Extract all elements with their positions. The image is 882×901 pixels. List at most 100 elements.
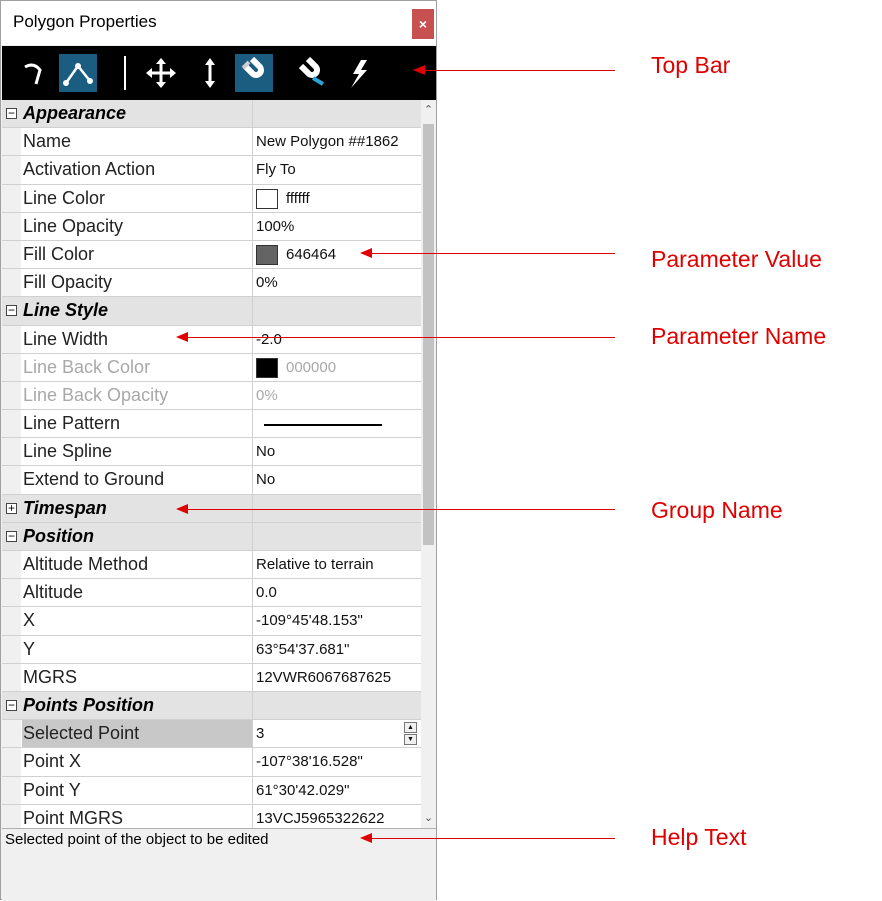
parameter-value[interactable]: 0.0 (254, 579, 421, 606)
expand-icon[interactable]: + (6, 502, 17, 514)
scrollbar-thumb[interactable] (423, 124, 434, 545)
row-gutter (2, 607, 21, 635)
snap-magnet-icon[interactable] (235, 54, 273, 92)
parameter-value[interactable]: No (254, 466, 421, 493)
parameter-value[interactable]: New Polygon ##1862 (254, 128, 421, 155)
edit-points-icon[interactable] (59, 54, 97, 92)
property-row[interactable]: Altitude 0.0 (2, 579, 421, 608)
polygon-properties-window: Polygon Properties × − Appearance Name New … (0, 0, 437, 901)
parameter-value[interactable]: Fly To (254, 156, 421, 183)
curve-icon[interactable] (14, 54, 52, 92)
property-row[interactable]: Selected Point 3 ▲ ▼ (2, 720, 421, 749)
row-gutter (2, 240, 21, 269)
property-row[interactable]: Fill Opacity 0% (2, 269, 421, 298)
property-row[interactable]: Extend to Ground No (2, 466, 421, 495)
parameter-value[interactable]: 646464 (254, 241, 421, 268)
parameter-value[interactable]: -107°38'16.528" (254, 748, 421, 775)
vertical-scrollbar[interactable]: ⌃ ⌄ (421, 100, 436, 828)
parameter-value[interactable]: 0% (254, 382, 421, 409)
parameter-value-text: -109°45'48.153" (256, 612, 363, 630)
spin-down-icon[interactable]: ▼ (404, 734, 417, 746)
parameter-value[interactable]: 12VWR6067687625 (254, 664, 421, 691)
property-row[interactable]: Name New Polygon ##1862 (2, 128, 421, 157)
property-row[interactable]: Activation Action Fly To (2, 156, 421, 185)
parameter-value[interactable]: 100% (254, 213, 421, 240)
help-text: Selected point of the object to be edite… (5, 831, 269, 848)
parameter-value-text: Fly To (256, 161, 296, 179)
group-row[interactable]: − Line Style (2, 297, 421, 326)
property-row[interactable]: Point X -107°38'16.528" (2, 748, 421, 777)
parameter-name-annotation-line (188, 337, 615, 338)
group-row[interactable]: − Appearance (2, 100, 421, 129)
property-row[interactable]: Point MGRS 13VCJ5965322622 (2, 804, 421, 828)
parameter-name: Line Back Opacity (22, 381, 253, 410)
group-row[interactable]: − Points Position (2, 691, 421, 721)
property-row[interactable]: Line Back Opacity 0% (2, 381, 421, 411)
expander[interactable]: + (2, 494, 21, 522)
spinner[interactable]: ▲ ▼ (404, 722, 417, 746)
property-row[interactable]: Y 63°54'37.681" (2, 635, 421, 664)
window-title: Polygon Properties (13, 12, 157, 31)
property-row[interactable]: Line Back Color 000000 (2, 353, 421, 382)
parameter-value[interactable]: 000000 (254, 354, 421, 381)
property-row[interactable]: Altitude Method Relative to terrain (2, 551, 421, 580)
property-row[interactable]: Line Color ffffff (2, 184, 421, 213)
parameter-value[interactable]: 63°54'37.681" (254, 636, 421, 663)
property-row[interactable]: Line Opacity 100% (2, 212, 421, 241)
scroll-down-icon[interactable]: ⌄ (421, 810, 436, 826)
snap-magnet-off-icon[interactable] (291, 54, 329, 92)
parameter-value-text: -107°38'16.528" (256, 753, 363, 771)
property-row[interactable]: MGRS 12VWR6067687625 (2, 663, 421, 692)
property-row[interactable]: Fill Color 646464 (2, 240, 421, 270)
parameter-value[interactable] (254, 410, 421, 437)
parameter-value-text: 61°30'42.029" (256, 781, 350, 799)
color-swatch[interactable] (256, 357, 278, 378)
group-row[interactable]: − Position (2, 522, 421, 551)
property-row[interactable]: Line Spline No (2, 438, 421, 467)
spin-up-icon[interactable]: ▲ (404, 722, 417, 734)
parameter-value[interactable]: -109°45'48.153" (254, 607, 421, 634)
property-row[interactable]: Line Width -2.0 (2, 325, 421, 354)
parameter-value-annotation-line (372, 253, 615, 254)
parameter-value[interactable]: 61°30'42.029" (254, 777, 421, 804)
title-bar[interactable]: Polygon Properties × (1, 1, 436, 45)
line-pattern-preview (264, 424, 382, 427)
scroll-up-icon[interactable]: ⌃ (421, 102, 436, 118)
parameter-name: Line Spline (22, 438, 253, 466)
vertical-move-icon[interactable] (191, 54, 229, 92)
group-name-annotation-line (188, 509, 615, 510)
color-swatch[interactable] (256, 244, 278, 265)
expander[interactable]: − (2, 100, 21, 128)
parameter-value[interactable]: ffffff (254, 185, 421, 212)
property-row[interactable]: Point Y 61°30'42.029" (2, 776, 421, 805)
row-gutter (2, 156, 21, 184)
color-swatch[interactable] (256, 188, 278, 209)
collapse-icon[interactable]: − (6, 530, 17, 542)
parameter-value[interactable]: -2.0 (254, 326, 421, 353)
parameter-value[interactable]: 3 ▲ ▼ (254, 720, 421, 747)
parameter-name: Line Color (22, 184, 253, 212)
row-gutter (2, 635, 21, 663)
row-gutter (2, 325, 21, 353)
parameter-name: Fill Opacity (22, 269, 253, 297)
parameter-name: Activation Action (22, 156, 253, 184)
property-row[interactable]: X -109°45'48.153" (2, 607, 421, 636)
collapse-icon[interactable]: − (6, 107, 17, 119)
pick-icon[interactable] (339, 54, 377, 92)
parameter-value[interactable]: Relative to terrain (254, 551, 421, 578)
expander[interactable]: − (2, 522, 21, 550)
move-icon[interactable] (142, 54, 180, 92)
expander[interactable]: − (2, 297, 21, 325)
parameter-name: Line Back Color (22, 353, 253, 381)
expander[interactable]: − (2, 691, 21, 720)
parameter-value[interactable]: 0% (254, 269, 421, 296)
collapse-icon[interactable]: − (6, 699, 17, 711)
parameter-value[interactable]: No (254, 438, 421, 465)
collapse-icon[interactable]: − (6, 304, 17, 317)
property-row[interactable]: Line Pattern (2, 410, 421, 439)
parameter-value[interactable]: 13VCJ5965322622 (254, 805, 421, 828)
close-button[interactable]: × (412, 9, 434, 39)
toolbar-separator (124, 56, 126, 90)
parameter-name-annotation: Parameter Name (651, 323, 827, 349)
top-bar-toolbar (2, 46, 436, 100)
